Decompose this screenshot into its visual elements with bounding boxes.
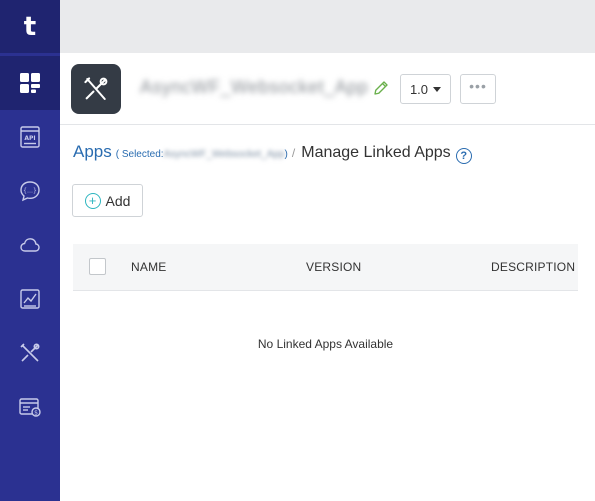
message-icon: {…} (20, 181, 40, 202)
add-button-label: Add (105, 192, 131, 209)
header-divider (60, 124, 595, 125)
analytics-icon (20, 289, 40, 309)
more-options-button[interactable]: ••• (460, 74, 496, 104)
sidebar-item-messages[interactable]: {…} (0, 164, 60, 218)
page-title: Manage Linked Apps (301, 144, 451, 161)
selected-app-name: AsyncWF_Websocket_App (163, 149, 285, 160)
empty-state-message: No Linked Apps Available (257, 337, 394, 351)
selected-prefix: ( Selected: (115, 149, 164, 160)
column-header-name[interactable]: NAME (131, 260, 166, 274)
billing-icon: $ (19, 398, 41, 417)
selected-suffix: ) (284, 149, 288, 160)
plus-circle-icon: + (84, 192, 101, 209)
breadcrumb-separator: / (291, 146, 296, 160)
svg-text:{…}: {…} (23, 188, 37, 195)
svg-text:$: $ (34, 410, 38, 417)
tools-icon (20, 343, 40, 362)
column-header-description[interactable]: DESCRIPTION (491, 260, 575, 274)
caret-down-icon (433, 86, 442, 92)
pencil-icon[interactable] (372, 79, 390, 97)
add-button[interactable]: + Add (72, 184, 143, 217)
breadcrumb-selected: ( Selected:AsyncWF_Websocket_App) (116, 149, 288, 160)
api-icon: API (20, 126, 40, 148)
version-label: 1.0 (409, 81, 429, 97)
app-name: AsyncWF_Websocket_App (140, 77, 369, 97)
column-header-version[interactable]: VERSION (306, 260, 361, 274)
sidebar: t API {…} $ (0, 0, 60, 501)
tools-icon (84, 77, 108, 100)
select-all-checkbox[interactable] (89, 258, 106, 275)
sidebar-item-analytics[interactable] (0, 272, 60, 326)
breadcrumb: Apps ( Selected:AsyncWF_Websocket_App) /… (73, 142, 472, 164)
more-icon: ••• (469, 78, 487, 94)
help-icon[interactable]: ? (455, 148, 472, 164)
svg-text:API: API (24, 135, 35, 142)
dashboard-icon (20, 73, 40, 93)
sidebar-item-api[interactable]: API (0, 110, 60, 164)
app-icon (71, 64, 121, 114)
sidebar-item-billing[interactable]: $ (0, 380, 60, 434)
brand-logo[interactable]: t (0, 0, 60, 53)
cloud-icon (20, 238, 40, 252)
breadcrumb-apps-link[interactable]: Apps (73, 142, 112, 162)
sidebar-item-dashboard[interactable] (0, 56, 60, 110)
top-bar (60, 0, 595, 53)
version-dropdown[interactable]: 1.0 (400, 74, 451, 104)
sidebar-item-cloud[interactable] (0, 218, 60, 272)
sidebar-item-tools[interactable] (0, 326, 60, 380)
